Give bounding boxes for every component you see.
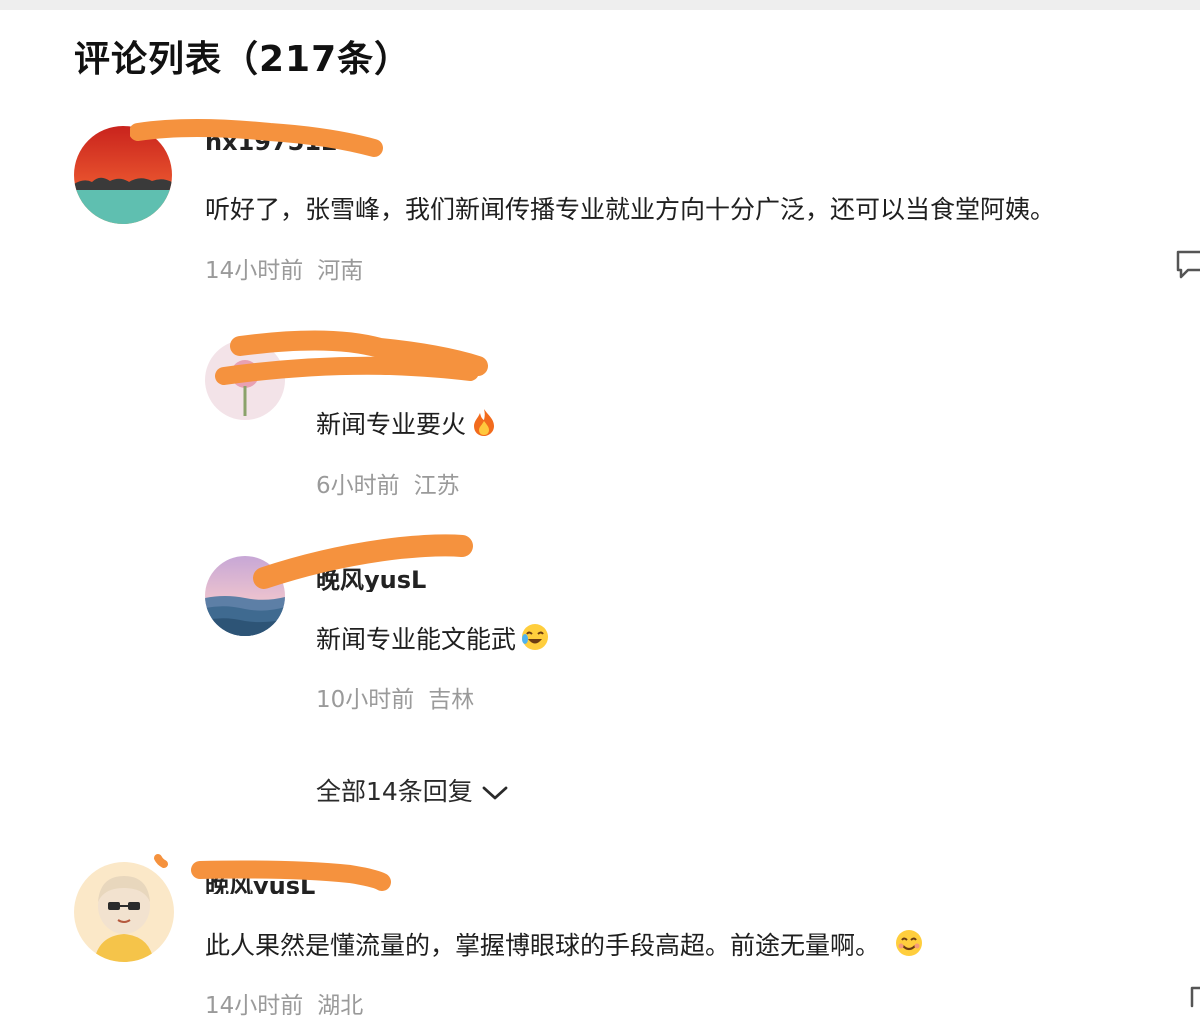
comment-time: 14小时前 — [205, 993, 304, 1019]
avatar[interactable] — [205, 340, 285, 420]
avatar[interactable] — [74, 126, 172, 224]
username[interactable]: 晚风yusL — [316, 560, 466, 592]
fire-emoji — [474, 409, 495, 436]
comment-time: 14小时前 — [205, 258, 304, 284]
comment-time: 6小时前 — [316, 473, 400, 499]
top-bar — [0, 0, 1200, 10]
username[interactable] — [316, 348, 476, 376]
comment-location: 河南 — [317, 258, 364, 284]
comment-meta: 14小时前 河南 — [205, 251, 363, 285]
avatar[interactable] — [74, 862, 174, 962]
comment-text: 听好了，张雪峰，我们新闻传播专业就业方向十分广泛，还可以当食堂阿姨。 — [205, 195, 1056, 224]
comment-text: 此人果然是懂流量的，掌握博眼球的手段高超。前途无量啊。 — [205, 926, 924, 962]
comment-location: 湖北 — [317, 993, 364, 1019]
page-title: 评论列表（217条） — [74, 39, 412, 80]
comment-meta: 10小时前 吉林 — [316, 680, 474, 714]
smile-emoji — [896, 930, 923, 956]
laughing-tears-emoji — [522, 624, 549, 650]
view-all-replies-button[interactable]: 全部14条回复 — [316, 772, 509, 808]
comment-time: 10小时前 — [316, 687, 415, 713]
comment-text: 新闻专业要火 — [316, 405, 498, 441]
reply-icon[interactable] — [1186, 984, 1200, 1014]
chevron-down-icon — [482, 786, 508, 800]
username[interactable]: nx197512 — [205, 128, 375, 156]
comment-meta: 6小时前 江苏 — [316, 466, 460, 500]
reply-icon[interactable] — [1174, 248, 1200, 280]
view-all-replies-label: 全部14条回复 — [316, 777, 473, 806]
comment-text: 新闻专业能文能武 — [316, 620, 550, 656]
comment-location: 吉林 — [428, 687, 475, 713]
comment-location: 江苏 — [413, 473, 460, 499]
avatar[interactable] — [205, 556, 285, 636]
reply-text: 新闻专业要火 — [316, 410, 467, 439]
reply-text: 新闻专业能文能武 — [316, 625, 517, 654]
comment-body: 此人果然是懂流量的，掌握博眼球的手段高超。前途无量啊。 — [205, 931, 881, 960]
username[interactable]: 晚风yusL — [205, 866, 375, 894]
